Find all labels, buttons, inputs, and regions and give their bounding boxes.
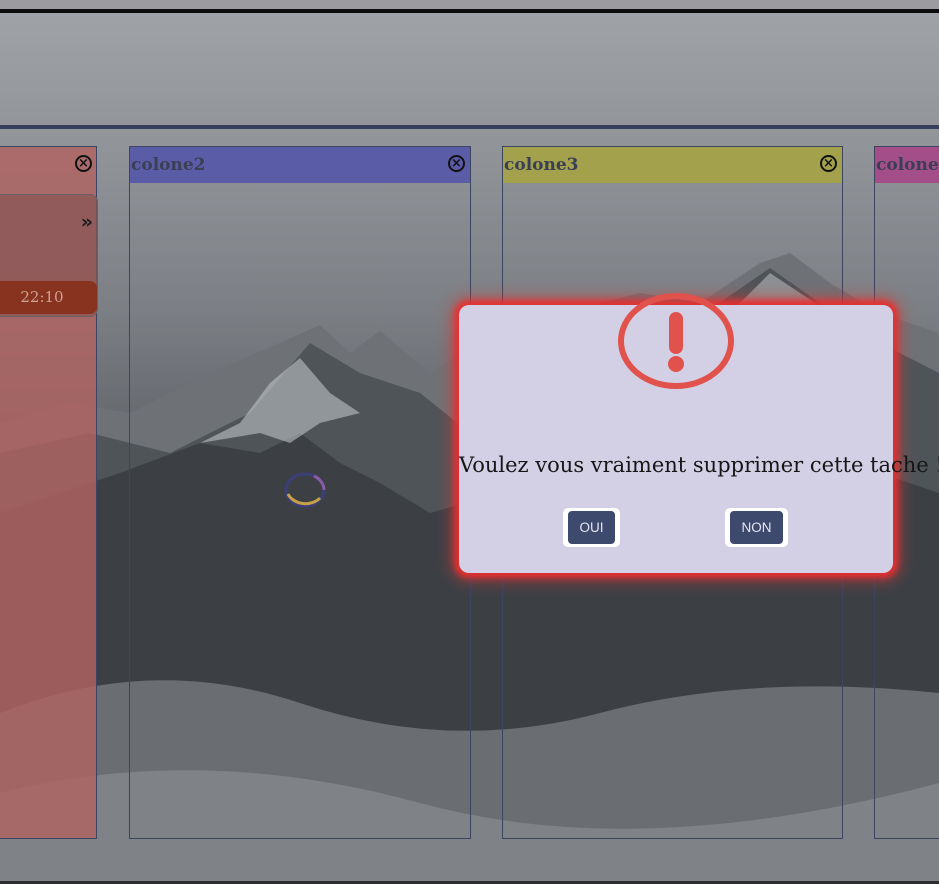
dialog-message: Voulez vous vraiment supprimer cette tac… <box>459 453 939 477</box>
cancel-button-frame: NON <box>725 508 788 547</box>
exclamation-circle-icon <box>618 293 734 389</box>
column-title: colone2 <box>131 155 206 175</box>
board-header-divider <box>0 125 939 129</box>
task-time: 22:10 <box>0 281 97 314</box>
column-header: colone2 × <box>130 147 470 183</box>
delete-confirm-dialog: Voulez vous vraiment supprimer cette tac… <box>459 293 939 573</box>
top-strip <box>0 0 939 9</box>
column-header: × <box>0 147 96 183</box>
column-header: colone3 × <box>503 147 842 183</box>
column-header: colone4 <box>875 147 939 183</box>
close-column-icon[interactable]: × <box>448 155 465 172</box>
confirm-button[interactable]: OUI <box>568 511 615 544</box>
spinner-icon <box>284 472 326 508</box>
column-1: × » 22:10 <box>0 146 98 839</box>
column-title: colone3 <box>504 155 579 175</box>
column-title: colone4 <box>876 155 939 175</box>
cancel-button[interactable]: NON <box>730 511 783 544</box>
double-chevron-right-icon[interactable]: » <box>81 211 93 233</box>
confirm-button-frame: OUI <box>563 508 620 547</box>
close-column-icon[interactable]: × <box>75 155 92 172</box>
close-column-icon[interactable]: × <box>820 155 837 172</box>
task-card[interactable]: » 22:10 <box>0 194 98 317</box>
